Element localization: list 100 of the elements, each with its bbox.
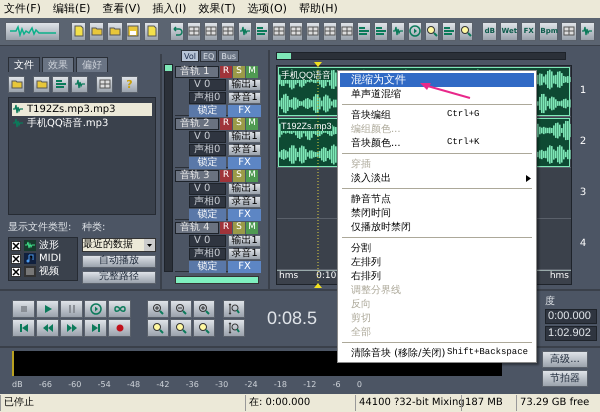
- toolbar-button[interactable]: [221, 22, 236, 41]
- transport-button[interactable]: [12, 300, 35, 318]
- volume-field[interactable]: V 0: [189, 182, 226, 195]
- toolbar-button[interactable]: [107, 22, 123, 41]
- menu-item[interactable]: 帮助(H): [298, 0, 338, 18]
- mixer-scrollbar[interactable]: [164, 64, 173, 272]
- menu-item[interactable]: 仅播放时禁闭: [340, 220, 534, 234]
- zoom-button[interactable]: [147, 300, 169, 318]
- menu-item[interactable]: 选项(O): [248, 0, 287, 18]
- transport-button[interactable]: [12, 319, 35, 338]
- horizontal-scrollbar[interactable]: [276, 52, 566, 60]
- toolbar-button[interactable]: [340, 22, 354, 41]
- volume-field[interactable]: V 0: [189, 234, 226, 247]
- tab[interactable]: 文件: [8, 56, 40, 72]
- menu-item[interactable]: 文件(F): [4, 0, 41, 18]
- fx-button[interactable]: FX: [228, 104, 261, 117]
- tab[interactable]: Bus: [218, 50, 240, 62]
- toolbar-button[interactable]: [425, 22, 440, 41]
- toolbar-button[interactable]: [126, 22, 142, 41]
- menu-item[interactable]: 插入(I): [152, 0, 186, 18]
- tab[interactable]: Vol: [181, 50, 199, 62]
- fx-button[interactable]: FX: [228, 156, 261, 169]
- toolbar-button[interactable]: [323, 22, 338, 41]
- volume-field[interactable]: V 0: [189, 130, 226, 143]
- lock-button[interactable]: 锁定: [189, 104, 226, 117]
- transport-button[interactable]: [60, 300, 83, 318]
- record-button[interactable]: R: [220, 118, 232, 130]
- fx-button[interactable]: FX: [228, 260, 261, 273]
- checkbox[interactable]: [11, 266, 21, 277]
- lock-button[interactable]: 锁定: [189, 260, 226, 273]
- menu-item[interactable]: 左排列: [340, 255, 534, 269]
- pan-field[interactable]: 声相0: [189, 248, 226, 260]
- transport-button[interactable]: [84, 300, 107, 318]
- toolbar-button[interactable]: [289, 22, 304, 41]
- toolbar-button[interactable]: [561, 22, 577, 41]
- output-button[interactable]: 输出1: [228, 78, 261, 91]
- lock-button[interactable]: 锁定: [189, 156, 226, 169]
- transport-button[interactable]: [36, 319, 59, 338]
- toolbar-button[interactable]: [187, 22, 202, 41]
- toolbar-button[interactable]: [204, 22, 218, 41]
- menu-item[interactable]: 右排列: [340, 269, 534, 283]
- panel-button[interactable]: 高级...: [542, 351, 588, 368]
- transport-button[interactable]: [60, 319, 83, 338]
- transport-button[interactable]: [108, 319, 131, 338]
- toolbar-button[interactable]: [89, 22, 104, 41]
- output-button[interactable]: 输出1: [228, 234, 261, 247]
- toolbar-button[interactable]: [272, 22, 286, 41]
- checkbox[interactable]: [11, 254, 21, 264]
- record-button[interactable]: R: [220, 170, 232, 182]
- toolbar-button[interactable]: [52, 76, 69, 93]
- zoom-button[interactable]: [170, 319, 192, 338]
- zoom-button[interactable]: [193, 319, 215, 338]
- waveform-view-button[interactable]: [5, 22, 60, 41]
- transport-button[interactable]: [108, 300, 131, 318]
- menu-item[interactable]: 混缩为文件: [340, 73, 534, 87]
- input-button[interactable]: 录音1: [228, 196, 261, 208]
- toolbar-button[interactable]: [144, 22, 160, 41]
- lock-button[interactable]: 锁定: [189, 208, 226, 221]
- toolbar-button[interactable]: [96, 76, 113, 93]
- track-name-field[interactable]: 音轨 2: [175, 118, 219, 130]
- record-button[interactable]: R: [220, 66, 232, 78]
- menu-item[interactable]: 音块颜色... Ctrl+K: [340, 136, 534, 150]
- file-list-item[interactable]: 手机QQ语音.mp3: [12, 116, 152, 130]
- zoom-button[interactable]: [223, 300, 245, 318]
- menu-item[interactable]: 查看(V): [102, 0, 141, 18]
- toolbar-button[interactable]: [33, 76, 50, 93]
- record-button[interactable]: R: [220, 222, 232, 234]
- menu-item[interactable]: 禁闭时间: [340, 206, 534, 220]
- menu-item[interactable]: 分割: [340, 241, 534, 255]
- menu-item[interactable]: 静音节点: [340, 192, 534, 206]
- menu-item[interactable]: 清除音块 (移除/关闭) Shift+Backspace: [340, 346, 534, 360]
- track-name-field[interactable]: 音轨 1: [175, 66, 219, 78]
- panel-button[interactable]: 自动播放: [82, 254, 156, 268]
- zoom-button[interactable]: [193, 300, 215, 318]
- menu-item[interactable]: 淡入淡出: [340, 171, 534, 185]
- menu-item[interactable]: 音块编组 Ctrl+G: [340, 108, 534, 122]
- pan-field[interactable]: 声相0: [189, 92, 226, 104]
- output-button[interactable]: 输出1: [228, 130, 261, 143]
- toolbar-button[interactable]: [70, 22, 86, 41]
- track-name-field[interactable]: 音轨 3: [175, 170, 219, 182]
- zoom-button[interactable]: [223, 319, 245, 338]
- fx-button[interactable]: FX: [228, 208, 261, 221]
- panel-button[interactable]: 完整路径: [82, 270, 156, 284]
- toolbar-button[interactable]: [71, 76, 88, 93]
- toolbar-button[interactable]: [459, 22, 474, 41]
- pan-field[interactable]: 声相0: [189, 196, 226, 208]
- zoom-button[interactable]: [170, 300, 192, 318]
- pan-field[interactable]: 声相0: [189, 144, 226, 156]
- track-name-field[interactable]: 音轨 4: [175, 222, 219, 234]
- toolbar-button[interactable]: [306, 22, 320, 41]
- menu-item[interactable]: 单声道混缩: [340, 87, 534, 101]
- input-button[interactable]: 录音1: [228, 248, 261, 260]
- menu-item[interactable]: 编辑(E): [52, 0, 90, 18]
- transport-button[interactable]: [84, 319, 107, 338]
- transport-button[interactable]: [36, 300, 59, 318]
- input-button[interactable]: 录音1: [228, 144, 261, 156]
- zoom-button[interactable]: [147, 319, 169, 338]
- toolbar-button[interactable]: [8, 76, 25, 93]
- checkbox[interactable]: [11, 240, 21, 251]
- input-button[interactable]: 录音1: [228, 92, 261, 104]
